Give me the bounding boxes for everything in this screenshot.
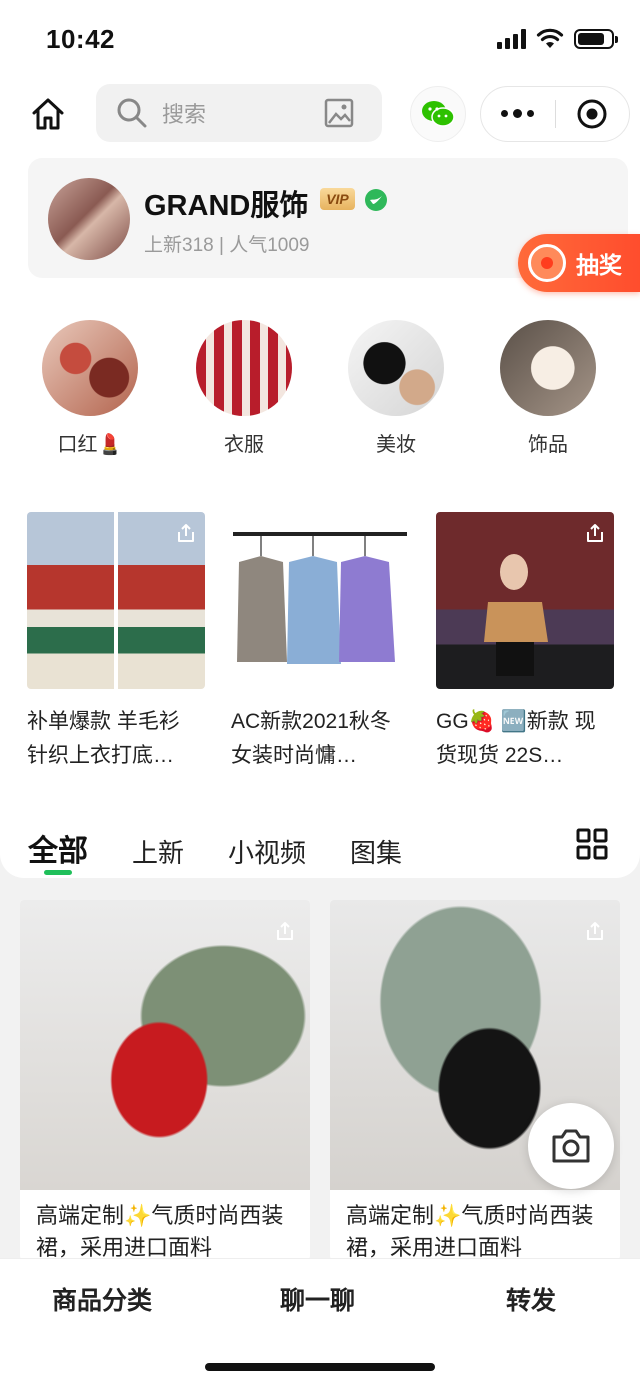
status-icons [497, 26, 618, 52]
lottery-icon [528, 244, 566, 282]
camera-button[interactable] [528, 1103, 614, 1189]
category-label: 口红💄 [57, 434, 123, 456]
forward-button[interactable]: 转发 [506, 1281, 556, 1317]
share-icon[interactable] [274, 920, 296, 942]
share-icon[interactable] [175, 522, 197, 544]
more-icon[interactable] [481, 109, 555, 118]
status-time: 10:42 [46, 24, 115, 54]
product-card[interactable]: 高端定制✨气质时尚西装裙，采用进口面料 [20, 900, 310, 1260]
signal-icon [497, 29, 526, 49]
lottery-label: 抽奖 [576, 252, 622, 278]
verified-icon [365, 189, 387, 211]
category-accessories[interactable]: 饰品 [498, 320, 598, 457]
category-makeup[interactable]: 美妆 [346, 320, 446, 457]
home-icon[interactable] [30, 96, 66, 132]
product-image [231, 512, 409, 689]
featured-product[interactable]: AC新款2021秋冬女装时尚慵… [231, 512, 409, 773]
product-title: GG🍓 🆕新款 现货现货 22S… [436, 710, 596, 767]
tab-new[interactable]: 上新 [132, 833, 184, 870]
wifi-icon [536, 28, 564, 48]
product-image [436, 512, 614, 689]
search-placeholder: 搜索 [162, 102, 207, 127]
product-title: AC新款2021秋冬女装时尚慵… [231, 710, 391, 767]
category-clothes[interactable]: 衣服 [194, 320, 294, 457]
share-icon[interactable] [584, 920, 606, 942]
product-title: 高端定制✨气质时尚西装裙，采用进口面料 [36, 1203, 284, 1260]
product-card[interactable]: 高端定制✨气质时尚西装裙，采用进口面料 [330, 900, 620, 1260]
search-bar[interactable]: 搜索 [96, 84, 382, 142]
category-label: 饰品 [528, 434, 568, 456]
category-image [42, 320, 138, 416]
content-tabs: 全部 上新 小视频 图集 [28, 826, 446, 875]
category-image [196, 320, 292, 416]
nav-bar: 搜索 [0, 80, 640, 150]
lottery-button[interactable]: 抽奖 [518, 234, 640, 292]
search-icon [117, 98, 147, 128]
status-bar: 10:42 [0, 0, 640, 80]
category-image [348, 320, 444, 416]
tab-all[interactable]: 全部 [28, 826, 88, 875]
sweaters-illustration [233, 532, 407, 664]
category-lipstick[interactable]: 口红💄 [40, 320, 140, 457]
tab-albums[interactable]: 图集 [350, 833, 402, 870]
bottom-action-bar: 商品分类 聊一聊 转发 [0, 1258, 640, 1386]
category-label: 美妆 [376, 434, 416, 456]
battery-icon [574, 29, 618, 49]
miniapp-capsule [480, 86, 630, 142]
share-icon[interactable] [584, 522, 606, 544]
grid-view-icon[interactable] [576, 828, 608, 860]
category-button[interactable]: 商品分类 [52, 1281, 152, 1317]
wechat-icon [422, 101, 455, 127]
shop-avatar[interactable] [48, 178, 130, 260]
camera-icon [552, 1129, 590, 1163]
chat-button[interactable]: 聊一聊 [280, 1281, 355, 1317]
image-search-icon[interactable] [324, 98, 354, 128]
category-image [500, 320, 596, 416]
product-image [20, 900, 310, 1190]
category-label: 衣服 [224, 434, 264, 456]
featured-product[interactable]: 补单爆款 羊毛衫 针织上衣打底… [27, 512, 205, 773]
close-miniapp-icon[interactable] [556, 98, 630, 130]
home-indicator[interactable] [205, 1363, 435, 1371]
product-title: 高端定制✨气质时尚西装裙，采用进口面料 [346, 1203, 594, 1260]
shop-stats: 上新318 | 人气1009 [144, 235, 310, 256]
tab-videos[interactable]: 小视频 [228, 833, 306, 870]
featured-product[interactable]: GG🍓 🆕新款 现货现货 22S… [436, 512, 614, 773]
wechat-button[interactable] [410, 86, 466, 142]
vip-badge: VIP [320, 188, 355, 210]
shop-name: GRAND服饰 [144, 190, 309, 222]
product-title: 补单爆款 羊毛衫 针织上衣打底… [27, 710, 180, 767]
product-image [27, 512, 205, 689]
